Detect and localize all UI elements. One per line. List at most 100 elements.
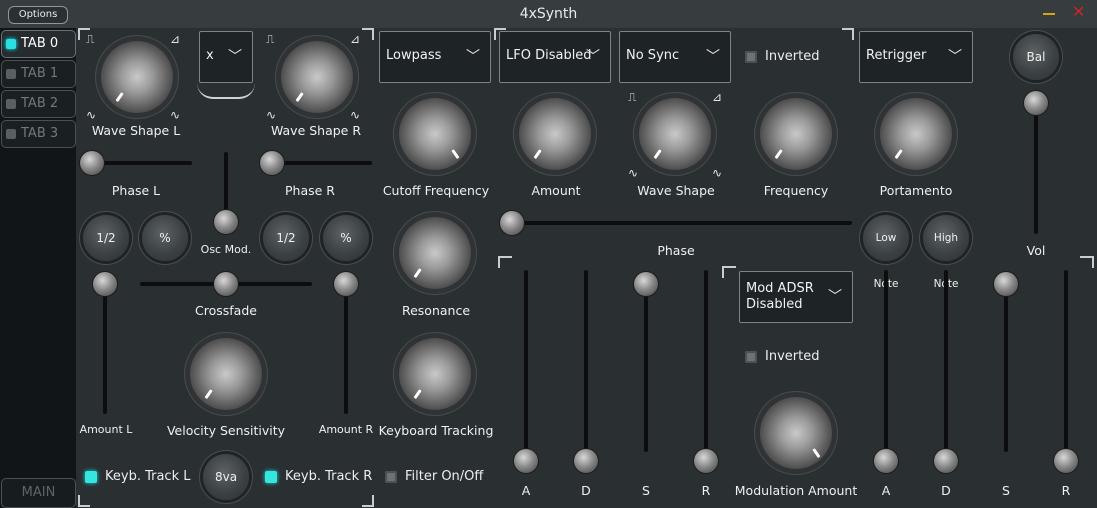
octave-button[interactable]: 8va — [203, 454, 249, 500]
adsr-attack-slider-track[interactable] — [524, 270, 528, 452]
lfo-phase-slider-handle[interactable] — [500, 211, 524, 235]
tab-label: TAB 1 — [21, 66, 59, 81]
phase-r-label: Phase R — [285, 183, 335, 198]
mod-inverted-checkbox[interactable] — [745, 351, 757, 363]
keyb-track-r-label: Keyb. Track R — [285, 469, 373, 484]
mod-attack-slider-track[interactable] — [884, 270, 888, 452]
keyb-track-r-checkbox[interactable] — [265, 471, 277, 483]
phase-r-slider-track[interactable] — [270, 161, 372, 165]
modulation-amount-knob[interactable] — [760, 397, 832, 469]
resonance-label: Resonance — [401, 303, 471, 318]
retrigger-combo[interactable]: Retrigger ﹀ — [859, 31, 973, 83]
sine-wave-icon: ∿ — [712, 166, 723, 180]
corner-bracket — [78, 495, 90, 507]
adsr-decay-slider-handle[interactable] — [574, 449, 598, 473]
adsr-release-label: R — [701, 483, 711, 498]
half-l-button[interactable]: 1/2 — [83, 215, 129, 261]
saw-wave-icon: ⊿ — [350, 32, 361, 46]
keyb-track-l-checkbox[interactable] — [85, 471, 97, 483]
chevron-down-icon: ﹀ — [228, 49, 242, 65]
chevron-down-icon: ﹀ — [828, 289, 842, 305]
adsr-attack-slider-handle[interactable] — [514, 449, 538, 473]
chevron-down-icon: ﹀ — [586, 49, 600, 65]
sine-wave-icon: ∿ — [170, 108, 181, 122]
tab-led-icon — [6, 99, 16, 109]
osc-mod-slider-handle[interactable] — [214, 210, 238, 234]
lfo-amount-label: Amount — [531, 183, 581, 198]
mod-release-slider-track[interactable] — [1064, 270, 1068, 452]
portamento-knob[interactable] — [880, 98, 952, 170]
wave-shape-r-knob[interactable] — [281, 41, 353, 113]
mod-release-slider-handle[interactable] — [1054, 449, 1078, 473]
volume-slider-track[interactable] — [1034, 100, 1038, 234]
adsr-sustain-slider-track[interactable] — [644, 280, 648, 452]
tab-0[interactable]: TAB 0 — [1, 30, 76, 58]
amount-r-slider-track[interactable] — [344, 286, 348, 414]
crossfade-slider-handle[interactable] — [214, 272, 238, 296]
amount-l-slider-handle[interactable] — [93, 272, 117, 296]
combo-value-line2: Disabled — [746, 297, 803, 312]
percent-r-button[interactable]: % — [323, 215, 369, 261]
mod-decay-slider-handle[interactable] — [934, 449, 958, 473]
lfo-inverted-checkbox[interactable] — [745, 51, 757, 63]
lfo-mode-combo[interactable]: LFO Disabled ﹀ — [499, 31, 611, 83]
adsr-decay-slider-track[interactable] — [584, 270, 588, 452]
high-note-button[interactable]: High Note — [923, 215, 969, 290]
tab-3[interactable]: TAB 3 — [1, 120, 76, 148]
low-note-button[interactable]: Low Note — [863, 215, 909, 290]
velocity-sensitivity-label: Velocity Sensitivity — [166, 423, 286, 438]
minimize-icon[interactable] — [1043, 13, 1055, 15]
phase-l-slider-handle[interactable] — [80, 151, 104, 175]
balance-button[interactable]: Bal — [1013, 34, 1059, 80]
filter-type-combo[interactable]: Lowpass ﹀ — [379, 31, 491, 83]
amount-r-slider-handle[interactable] — [334, 272, 358, 296]
tab-2[interactable]: TAB 2 — [1, 90, 76, 118]
tab-label: TAB 2 — [21, 96, 59, 111]
tab-label: TAB 3 — [21, 126, 59, 141]
lfo-amount-knob[interactable] — [519, 98, 591, 170]
mod-attack-label: A — [881, 483, 891, 498]
wave-shape-l-label: Wave Shape L — [91, 123, 181, 138]
amount-l-slider-track[interactable] — [103, 286, 107, 414]
main-button[interactable]: MAIN — [1, 478, 76, 508]
modulation-amount-label: Modulation Amount — [734, 483, 858, 498]
tab-led-icon — [6, 69, 16, 79]
sine-wave-icon: ∿ — [86, 108, 97, 122]
mod-sustain-slider-handle[interactable] — [994, 272, 1018, 296]
volume-slider-handle[interactable] — [1024, 91, 1048, 115]
phase-l-slider-track[interactable] — [92, 161, 192, 165]
adsr-release-slider-handle[interactable] — [694, 449, 718, 473]
tab-1[interactable]: TAB 1 — [1, 60, 76, 88]
lfo-phase-slider-track[interactable] — [512, 221, 852, 225]
cutoff-frequency-knob[interactable] — [399, 98, 471, 170]
lfo-phase-label: Phase — [657, 243, 695, 258]
combo-value-line1: Mod ADSR — [746, 281, 814, 296]
percent-l-button[interactable]: % — [142, 215, 188, 261]
adsr-release-slider-track[interactable] — [704, 270, 708, 452]
tab-led-icon — [6, 39, 16, 49]
lfo-wave-shape-knob[interactable] — [639, 98, 711, 170]
phase-r-slider-handle[interactable] — [260, 151, 284, 175]
square-wave-icon: ⎍ — [266, 32, 275, 46]
sine-wave-icon: ∿ — [266, 108, 277, 122]
mod-adsr-combo[interactable]: Mod ADSR Disabled ﹀ — [739, 271, 853, 323]
corner-bracket — [842, 28, 854, 40]
mod-decay-slider-track[interactable] — [944, 270, 948, 452]
half-r-button[interactable]: 1/2 — [263, 215, 309, 261]
mod-sustain-slider-track[interactable] — [1004, 280, 1008, 452]
lfo-frequency-knob[interactable] — [760, 98, 832, 170]
lfo-sync-combo[interactable]: No Sync ﹀ — [619, 31, 731, 83]
close-icon[interactable]: ✕ — [1072, 4, 1085, 20]
mod-attack-slider-handle[interactable] — [874, 449, 898, 473]
crossfade-label: Crossfade — [195, 303, 257, 318]
velocity-sensitivity-knob[interactable] — [190, 338, 262, 410]
mod-sustain-label: S — [1002, 483, 1010, 498]
keyboard-tracking-knob[interactable] — [399, 338, 471, 410]
resonance-knob[interactable] — [399, 217, 471, 289]
osc-mod-combo[interactable]: x ﹀ — [199, 31, 253, 83]
adsr-sustain-slider-handle[interactable] — [634, 272, 658, 296]
wave-shape-l-knob[interactable] — [101, 41, 173, 113]
corner-bracket — [498, 256, 512, 268]
osc-mod-slider-track[interactable] — [224, 152, 228, 210]
filter-onoff-checkbox[interactable] — [385, 471, 397, 483]
